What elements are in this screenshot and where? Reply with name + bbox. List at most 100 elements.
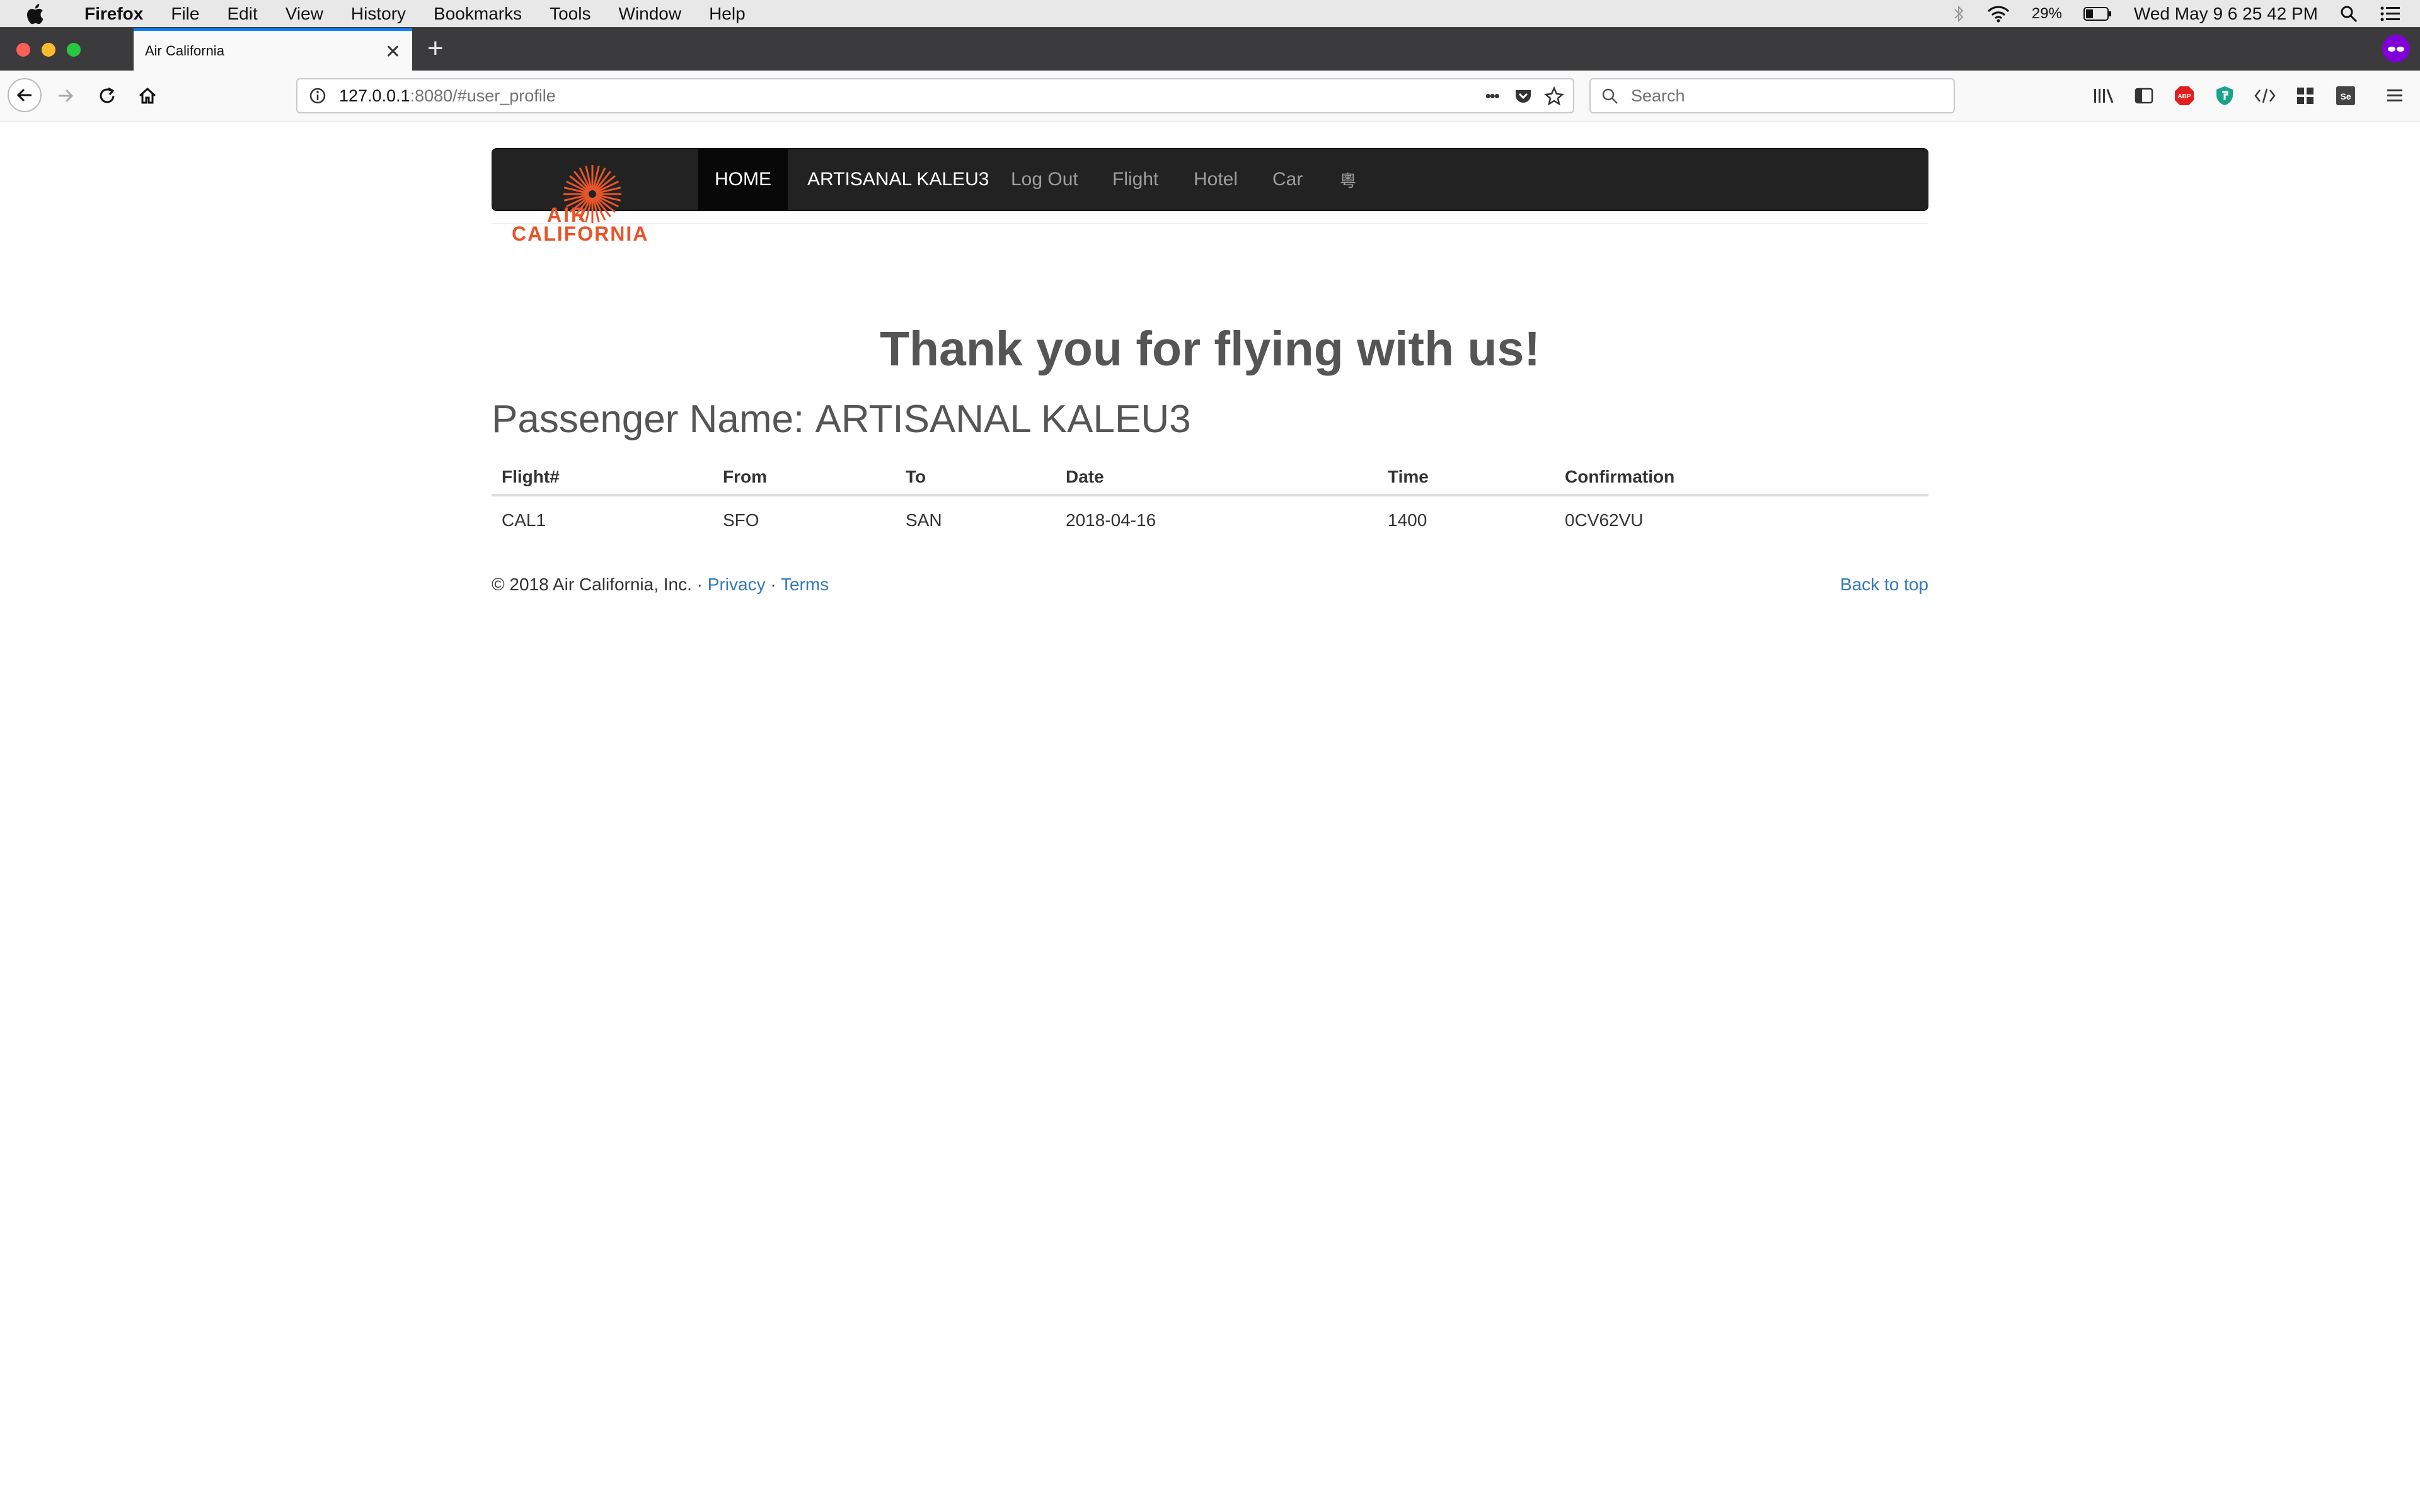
reload-icon (100, 87, 115, 103)
col-header-to: To (896, 460, 1056, 496)
back-to-top-link[interactable]: Back to top (1840, 575, 1928, 594)
spotlight-icon[interactable] (2339, 4, 2358, 23)
cell-flight: CAL1 (502, 510, 546, 530)
table-row: CAL1 SFO SAN 2018-04-16 1400 0CV62VU (492, 495, 1928, 544)
url-text[interactable]: 127.0.0.1:8080/#user_profile (339, 86, 556, 106)
cell-time: 1400 (1388, 510, 1427, 530)
search-icon (1602, 88, 1618, 104)
privacy-link[interactable]: Privacy (708, 575, 766, 594)
developer-tools-button[interactable] (2251, 82, 2279, 110)
bluetooth-icon[interactable] (1952, 4, 1965, 23)
copyright-text: © 2018 Air California, Inc. · (492, 575, 708, 594)
back-arrow-icon (16, 88, 32, 102)
status-area: 29% Wed May 9 6 25 42 PM (1952, 0, 2401, 27)
site-navbar: HOME ARTISANAL KALEU3 Log Out Flight Hot… (492, 148, 1928, 211)
nav-home[interactable]: HOME (698, 149, 788, 210)
battery-icon[interactable] (2083, 6, 2112, 21)
footer-copyright: © 2018 Air California, Inc. · Privacy · … (492, 575, 829, 595)
terms-link[interactable]: Terms (781, 575, 829, 594)
hamburger-menu-icon (2387, 89, 2402, 101)
menu-window[interactable]: Window (618, 4, 681, 24)
sidebar-icon (2135, 88, 2153, 104)
private-browsing-icon (2382, 35, 2410, 62)
nav-flight[interactable]: Flight (1112, 149, 1158, 210)
col-header-from: From (713, 460, 896, 496)
notification-center-icon[interactable] (2380, 5, 2401, 23)
passenger-label: Passenger Name: (492, 398, 815, 441)
cell-date: 2018-04-16 (1066, 510, 1156, 530)
search-bar[interactable] (1589, 78, 1955, 113)
page-actions-icon[interactable]: ••• (1485, 86, 1500, 106)
home-button[interactable] (131, 79, 164, 112)
clock[interactable]: Wed May 9 6 25 42 PM (2134, 4, 2318, 24)
library-button[interactable] (2090, 82, 2118, 110)
os-menubar: Firefox File Edit View History Bookmarks… (0, 0, 2420, 28)
menu-bookmarks[interactable]: Bookmarks (434, 4, 522, 24)
forward-button[interactable] (49, 79, 82, 112)
code-icon (2254, 88, 2276, 103)
air-california-logo[interactable]: AIR CALIFORNIA (508, 163, 682, 245)
menu-tools[interactable]: Tools (550, 4, 591, 24)
forward-arrow-icon (59, 89, 74, 103)
flight-table: Flight# From To Date Time Confirmation C… (492, 460, 1928, 544)
svg-text:Se: Se (2340, 91, 2351, 101)
logo-text-california: CALIFORNIA (512, 222, 648, 244)
menu-app-firefox[interactable]: Firefox (84, 4, 143, 24)
col-header-date: Date (1056, 460, 1378, 496)
nav-language-toggle[interactable]: 粵 (1340, 149, 1356, 210)
footer-back-to-top: Back to top (1840, 575, 1928, 595)
navbar-divider (492, 223, 1928, 224)
tab-strip: Air California ✕ + (0, 27, 2420, 71)
menu-view[interactable]: View (285, 4, 323, 24)
menu-file[interactable]: File (171, 4, 199, 24)
passenger-name-heading: Passenger Name: ARTISANAL KALEU3 (492, 397, 1191, 442)
close-window-button[interactable] (16, 43, 30, 57)
cell-to: SAN (906, 510, 942, 530)
bookmark-star-icon[interactable] (1544, 86, 1564, 106)
reload-button[interactable] (91, 79, 124, 112)
cell-confirmation: 0CV62VU (1565, 510, 1644, 530)
browser-toolbar: 127.0.0.1:8080/#user_profile ••• ABP Se (0, 71, 2420, 122)
col-header-confirmation: Confirmation (1555, 460, 1928, 496)
sunburst-logo-icon: AIR CALIFORNIA (512, 165, 648, 245)
maximize-window-button[interactable] (67, 43, 81, 57)
shield-icon (2216, 86, 2233, 105)
footer-separator: · (765, 575, 781, 594)
back-button[interactable] (8, 78, 42, 112)
tab-air-california[interactable]: Air California ✕ (134, 28, 412, 71)
nav-log-out[interactable]: Log Out (1011, 149, 1078, 210)
wifi-icon[interactable] (1986, 4, 2010, 23)
page-headline: Thank you for flying with us! (879, 322, 1541, 376)
sidebar-button[interactable] (2130, 82, 2158, 110)
menu-history[interactable]: History (351, 4, 406, 24)
nav-user-profile[interactable]: ARTISANAL KALEU3 (807, 149, 989, 210)
cell-from: SFO (723, 510, 759, 530)
passenger-name: ARTISANAL KALEU3 (815, 398, 1191, 441)
open-menu-button[interactable] (2381, 82, 2409, 110)
apple-icon[interactable] (25, 3, 44, 25)
url-bar[interactable]: 127.0.0.1:8080/#user_profile ••• (296, 78, 1574, 113)
tab-close-icon[interactable]: ✕ (385, 41, 401, 63)
nav-car[interactable]: Car (1272, 149, 1303, 210)
menu-help[interactable]: Help (709, 4, 746, 24)
pocket-icon[interactable] (1514, 87, 1533, 106)
privacy-badger-button[interactable] (2211, 82, 2238, 110)
battery-percent: 29% (2031, 4, 2062, 22)
svg-text:ABP: ABP (2177, 93, 2191, 100)
selenium-ide-button[interactable]: Se (2332, 82, 2360, 110)
menu-edit[interactable]: Edit (227, 4, 257, 24)
search-input[interactable] (1630, 85, 1935, 106)
selenium-icon: Se (2336, 86, 2355, 105)
library-icon (2094, 89, 2114, 103)
home-icon (139, 87, 156, 104)
table-header-row: Flight# From To Date Time Confirmation (492, 460, 1928, 496)
site-info-icon[interactable] (309, 87, 326, 105)
nav-hotel[interactable]: Hotel (1194, 149, 1238, 210)
new-tab-button[interactable]: + (427, 35, 444, 62)
adblock-icon: ABP (2175, 86, 2194, 105)
url-path: :8080/#user_profile (410, 86, 556, 105)
col-header-flight: Flight# (492, 460, 713, 496)
minimize-window-button[interactable] (42, 43, 55, 57)
extension-grid-button[interactable] (2291, 82, 2319, 110)
adblock-button[interactable]: ABP (2170, 82, 2198, 110)
